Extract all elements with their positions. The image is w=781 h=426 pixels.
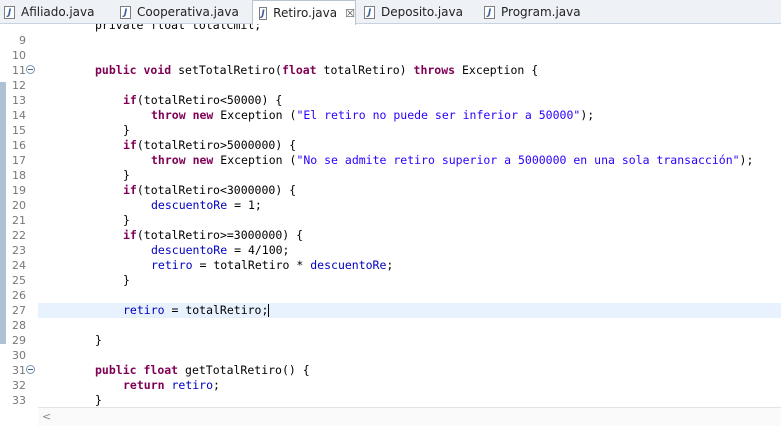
- code-line[interactable]: 16 if(totalRetiro>5000000) {: [0, 138, 781, 153]
- line-number: 32: [12, 379, 26, 392]
- code-line[interactable]: 18}: [0, 168, 781, 183]
- code-line[interactable]: 14 throw new Exception ("El retiro no pue…: [0, 108, 781, 123]
- java-file-icon: J: [120, 5, 131, 19]
- line-number: 10: [12, 49, 26, 62]
- line-number: 20: [12, 199, 26, 212]
- line-number: 19: [12, 184, 26, 197]
- text-cursor: [268, 304, 270, 317]
- line-number: 22: [12, 229, 26, 242]
- code-line[interactable]: 13 if(totalRetiro<50000) {: [0, 93, 781, 108]
- code-text: throw new Exception ("El retiro no puede…: [151, 108, 595, 122]
- line-number: 18: [12, 169, 26, 182]
- code-line[interactable]: 10: [0, 48, 781, 63]
- java-file-icon: J: [259, 6, 268, 20]
- line-number: 26: [12, 289, 26, 302]
- code-line[interactable]: 28: [0, 318, 781, 333]
- line-number: 27: [12, 304, 26, 317]
- code-line[interactable]: 12: [0, 78, 781, 93]
- code-line-partial: private float totalCmil;: [0, 24, 781, 33]
- tab-label: Cooperativa.java: [137, 5, 239, 19]
- tab-label: Afiliado.java: [21, 5, 95, 19]
- line-number: 28: [12, 319, 26, 332]
- code-line[interactable]: 26: [0, 288, 781, 303]
- code-line[interactable]: 21}: [0, 213, 781, 228]
- code-text: }: [123, 123, 130, 137]
- code-text: descuentoRe = 4/100;: [151, 243, 290, 257]
- code-line[interactable]: 33}: [0, 393, 781, 408]
- code-text: retiro = totalRetiro * descuentoRe;: [151, 258, 394, 272]
- code-line[interactable]: 15}: [0, 123, 781, 138]
- code-text-partial: private float totalCmil;: [95, 24, 262, 32]
- tab-afiliado[interactable]: J Afiliado.java: [4, 0, 114, 24]
- code-text: }: [95, 333, 102, 347]
- code-text: public void setTotalRetiro(float totalRe…: [95, 63, 539, 77]
- code-line[interactable]: 19 if(totalRetiro<3000000) {: [0, 183, 781, 198]
- code-line[interactable]: 30: [0, 348, 781, 363]
- line-number: 13: [12, 94, 26, 107]
- fold-collapse-icon[interactable]: [26, 365, 35, 374]
- tab-label: Deposito.java: [381, 5, 463, 19]
- tab-deposito[interactable]: J Deposito.java: [364, 0, 474, 24]
- line-number: 12: [12, 79, 26, 92]
- code-line[interactable]: 32 return retiro;: [0, 378, 781, 393]
- tab-label: Retiro.java: [273, 6, 338, 20]
- code-text: throw new Exception ("No se admite retir…: [151, 153, 754, 167]
- tab-retiro[interactable]: J Retiro.java ☒: [252, 0, 356, 25]
- tab-cooperativa[interactable]: J Cooperativa.java: [120, 0, 250, 24]
- line-number: 15: [12, 124, 26, 137]
- line-number: 30: [12, 349, 26, 362]
- line-number: 17: [12, 154, 26, 167]
- code-editor[interactable]: private float totalCmil; 9 10 11 public voi…: [0, 24, 781, 426]
- line-number: 11: [12, 64, 26, 77]
- close-tab-icon[interactable]: ☒: [345, 7, 355, 20]
- line-number: 33: [12, 394, 26, 407]
- code-line[interactable]: 29}: [0, 333, 781, 348]
- code-line[interactable]: 9: [0, 33, 781, 48]
- line-number: 16: [12, 139, 26, 152]
- code-line[interactable]: 25}: [0, 273, 781, 288]
- line-number: 24: [12, 259, 26, 272]
- code-line[interactable]: 11 public void setTotalRetiro(float total…: [0, 63, 781, 78]
- code-line[interactable]: 31 public float getTotalRetiro() {: [0, 363, 781, 378]
- code-text: }: [95, 393, 102, 407]
- line-number: 29: [12, 334, 26, 347]
- code-text: }: [123, 168, 130, 182]
- scroll-left-icon[interactable]: <: [42, 410, 51, 423]
- fold-collapse-icon[interactable]: [26, 65, 35, 74]
- java-file-icon: J: [364, 5, 375, 19]
- line-number: 9: [19, 34, 26, 47]
- code-line[interactable]: 27 retiro = totalRetiro;: [12, 303, 781, 318]
- code-line[interactable]: 20 descuentoRe = 1;: [0, 198, 781, 213]
- code-text: if(totalRetiro>=3000000) {: [123, 228, 304, 242]
- line-number: 31: [12, 364, 26, 377]
- tab-label: Program.java: [501, 5, 581, 19]
- code-text: descuentoRe = 1;: [151, 198, 262, 212]
- code-text: }: [123, 213, 130, 227]
- line-number: 14: [12, 109, 26, 122]
- code-text: if(totalRetiro>5000000) {: [123, 138, 297, 152]
- line-number: 23: [12, 244, 26, 257]
- horizontal-scrollbar[interactable]: <: [38, 407, 781, 426]
- code-line[interactable]: 24 retiro = totalRetiro * descuentoRe;: [0, 258, 781, 273]
- tab-program[interactable]: J Program.java: [484, 0, 594, 24]
- code-text: if(totalRetiro<50000) {: [123, 93, 283, 107]
- code-line[interactable]: 23 descuentoRe = 4/100;: [0, 243, 781, 258]
- editor-tab-bar: J Afiliado.java J Cooperativa.java J Ret…: [0, 0, 781, 25]
- code-line[interactable]: 17 throw new Exception ("No se admite ret…: [0, 153, 781, 168]
- code-text: if(totalRetiro<3000000) {: [123, 183, 297, 197]
- line-number: 25: [12, 274, 26, 287]
- code-line[interactable]: 22 if(totalRetiro>=3000000) {: [0, 228, 781, 243]
- code-text: retiro = totalRetiro;: [123, 303, 270, 317]
- java-file-icon: J: [4, 5, 15, 19]
- code-text: return retiro;: [123, 378, 220, 392]
- java-file-icon: J: [484, 5, 495, 19]
- line-number: 21: [12, 214, 26, 227]
- code-text: public float getTotalRetiro() {: [95, 363, 310, 377]
- code-text: }: [123, 273, 130, 287]
